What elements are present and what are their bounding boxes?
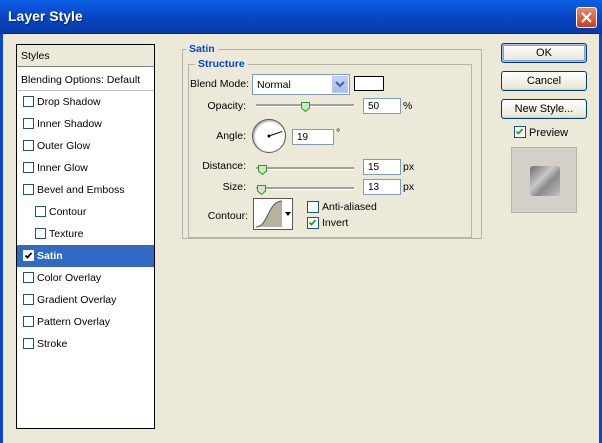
style-item-label: Bevel and Emboss (37, 184, 125, 196)
style-item-label: Stroke (37, 338, 68, 350)
angle-input[interactable]: 19 (292, 129, 334, 145)
style-item-checkbox[interactable] (23, 338, 34, 349)
style-item-stroke[interactable]: Stroke (17, 333, 154, 355)
close-button[interactable] (576, 7, 597, 28)
angle-label: Angle: (216, 130, 246, 142)
satin-group-title: Satin (186, 43, 218, 55)
distance-slider-thumb[interactable] (257, 165, 267, 175)
invert-label: Invert (322, 217, 349, 229)
invert-checkbox[interactable] (307, 217, 319, 229)
style-item-label: Drop Shadow (37, 96, 101, 108)
chevron-down-icon (285, 212, 291, 216)
size-label: Size: (222, 181, 246, 193)
style-item-drop-shadow[interactable]: Drop Shadow (17, 91, 154, 113)
style-item-checkbox[interactable] (23, 272, 34, 283)
size-unit: px (403, 181, 415, 193)
style-item-label: Contour (49, 206, 87, 218)
satin-color-swatch[interactable] (354, 76, 384, 91)
style-item-texture[interactable]: Texture (17, 223, 154, 245)
close-icon (581, 12, 592, 23)
style-item-blending-options-default[interactable]: Blending Options: Default (17, 69, 154, 91)
style-item-checkbox[interactable] (23, 316, 34, 327)
style-item-checkbox[interactable] (35, 228, 46, 239)
angle-dial[interactable] (252, 119, 286, 153)
new-style-button[interactable]: New Style... (501, 99, 587, 119)
style-item-label: Inner Shadow (37, 118, 102, 130)
style-item-pattern-overlay[interactable]: Pattern Overlay (17, 311, 154, 333)
checkmark-icon (24, 252, 33, 259)
style-item-gradient-overlay[interactable]: Gradient Overlay (17, 289, 154, 311)
opacity-label: Opacity: (207, 100, 246, 112)
style-item-bevel-and-emboss[interactable]: Bevel and Emboss (17, 179, 154, 201)
distance-label: Distance: (202, 160, 246, 172)
angle-unit: ° (336, 127, 341, 139)
styles-list-header[interactable]: Styles (17, 45, 154, 67)
style-item-checkbox[interactable] (23, 294, 34, 305)
size-input[interactable]: 13 (363, 179, 401, 195)
opacity-unit: % (403, 100, 413, 112)
preview-swatch (530, 166, 560, 196)
style-item-label: Color Overlay (37, 272, 102, 284)
style-item-label: Inner Glow (37, 162, 88, 174)
chevron-down-icon[interactable] (332, 76, 348, 93)
title-bar[interactable]: Layer Style (0, 0, 602, 34)
distance-unit: px (403, 161, 415, 173)
distance-input[interactable]: 15 (363, 159, 401, 175)
style-item-checkbox[interactable] (23, 162, 34, 173)
style-item-checkbox[interactable] (23, 250, 34, 261)
style-item-checkbox[interactable] (23, 118, 34, 129)
style-item-inner-shadow[interactable]: Inner Shadow (17, 113, 154, 135)
opacity-input[interactable]: 50 (363, 98, 401, 114)
angle-needle-icon (267, 130, 283, 138)
opacity-slider-thumb[interactable] (301, 102, 310, 112)
size-slider-thumb[interactable] (256, 185, 266, 195)
contour-label: Contour: (207, 210, 248, 222)
style-item-outer-glow[interactable]: Outer Glow (17, 135, 154, 157)
style-item-satin[interactable]: Satin (17, 245, 154, 267)
contour-curve-icon (255, 200, 291, 228)
style-item-checkbox[interactable] (23, 140, 34, 151)
blend-mode-value: Normal (257, 79, 291, 91)
anti-aliased-label: Anti-aliased (322, 201, 377, 213)
style-item-checkbox[interactable] (23, 184, 34, 195)
ok-button[interactable]: OK (501, 43, 587, 63)
blend-mode-label: Blend Mode: (190, 78, 249, 90)
style-item-checkbox[interactable] (35, 206, 46, 217)
style-item-label: Gradient Overlay (37, 294, 117, 306)
style-item-label: Blending Options: Default (21, 74, 141, 86)
style-item-label: Texture (49, 228, 84, 240)
blend-mode-select[interactable]: Normal (252, 74, 350, 95)
style-item-label: Pattern Overlay (37, 316, 110, 328)
checkmark-icon (515, 128, 524, 135)
distance-slider-track[interactable] (256, 167, 354, 170)
window-title: Layer Style (8, 8, 83, 24)
checkmark-icon (308, 219, 317, 226)
styles-header-label: Styles (21, 50, 50, 62)
size-slider-track[interactable] (256, 187, 354, 190)
style-item-color-overlay[interactable]: Color Overlay (17, 267, 154, 289)
style-item-contour[interactable]: Contour (17, 201, 154, 223)
style-item-label: Outer Glow (37, 140, 91, 152)
anti-aliased-checkbox[interactable] (307, 201, 319, 213)
styles-list: Styles Blending Options: Default Drop Sha… (16, 44, 155, 429)
cancel-button[interactable]: Cancel (501, 71, 587, 91)
preview-thumbnail (511, 147, 577, 213)
preview-label: Preview (529, 127, 569, 139)
preview-checkbox[interactable] (514, 126, 526, 138)
structure-group-title: Structure (195, 58, 248, 70)
style-item-checkbox[interactable] (23, 96, 34, 107)
style-item-inner-glow[interactable]: Inner Glow (17, 157, 154, 179)
contour-picker[interactable] (253, 198, 293, 230)
style-item-label: Satin (37, 250, 63, 262)
